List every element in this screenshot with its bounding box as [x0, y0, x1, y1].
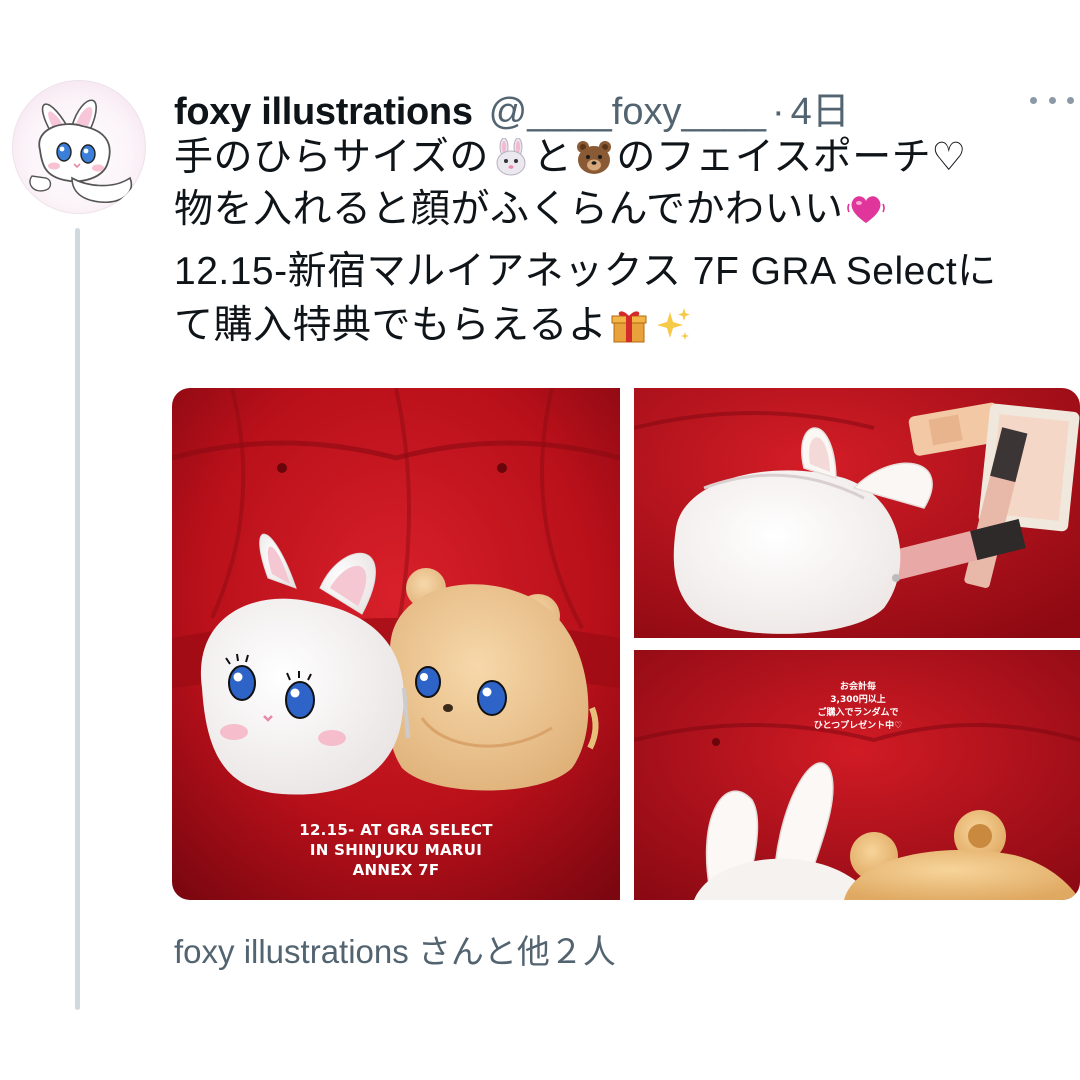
tweet-text-segment: 手のひらサイズの: [174, 136, 489, 179]
sparkles-emoji-icon: [654, 306, 692, 344]
tweet-text-segment: 物を入れると顔がふくらんでかわいい: [174, 188, 844, 231]
tweet-text-segment: て購入特典でもらえるよ: [174, 304, 608, 347]
tweet-text-line-3: 12.15-新宿マルイアネックス 7F GRA Selectに: [174, 250, 997, 293]
heartbeat-emoji-icon: [846, 190, 885, 228]
tweet-text-line-4: て購入特典でもらえるよ: [174, 304, 695, 348]
caption-line: 3,300円以上: [830, 695, 886, 705]
caption-line: お会計毎: [839, 682, 876, 692]
tweet-text-line-1: 手のひらサイズの と のフェイスポーチ♡: [174, 136, 967, 180]
caption-line: IN SHINJUKU MARUI: [309, 841, 483, 859]
caption-line: 12.15- AT GRA SELECT: [299, 821, 493, 839]
caption-line: ひとつプレゼント中♡: [813, 721, 903, 731]
tweet-text-line-2: 物を入れると顔がふくらんでかわいい: [174, 188, 888, 232]
tweet-header: foxy illustrations @____foxy____ · 4日: [174, 80, 850, 133]
bear-face-emoji-icon: [575, 138, 613, 176]
caption-line: ご購入でランダムで: [817, 708, 899, 718]
display-name[interactable]: foxy illustrations: [174, 91, 473, 134]
thread-line: [75, 228, 80, 1010]
tweet-screenshot: foxy illustrations @____foxy____ · 4日 手の…: [0, 0, 1080, 1080]
photo-present-campaign[interactable]: お会計毎 3,300円以上 ご購入でランダムで ひとつプレゼント中♡: [634, 650, 1080, 900]
tweet-text-segment: のフェイスポーチ♡: [616, 136, 967, 179]
rabbit-face-emoji-icon: [492, 138, 530, 176]
campaign-caption: お会計毎 3,300円以上 ご購入でランダムで ひとつプレゼント中♡: [768, 681, 948, 733]
photo-rabbit-pouch-with-cosmetics[interactable]: [634, 388, 1080, 638]
avatar[interactable]: [12, 80, 146, 214]
gift-emoji-icon: [610, 306, 648, 344]
tweet-text-segment: と: [532, 136, 573, 179]
photo-rabbit-and-bear-pouches[interactable]: 12.15- AT GRA SELECT IN SHINJUKU MARUI A…: [172, 388, 620, 900]
bunny-illustration-icon: [29, 99, 133, 203]
separator-dot: ·: [772, 91, 785, 133]
media-grid[interactable]: 12.15- AT GRA SELECT IN SHINJUKU MARUI A…: [172, 388, 1080, 900]
user-handle[interactable]: @____foxy____: [489, 91, 766, 134]
more-options-icon[interactable]: [1030, 86, 1074, 114]
caption-line: ANNEX 7F: [352, 861, 440, 879]
main-photo-caption: 12.15- AT GRA SELECT IN SHINJUKU MARUI A…: [172, 820, 620, 880]
liked-by-text[interactable]: foxy illustrations さんと他２人: [174, 930, 616, 974]
rabbit-pouch-cosmetics-image: [634, 388, 1080, 638]
timestamp[interactable]: 4日: [791, 80, 850, 135]
